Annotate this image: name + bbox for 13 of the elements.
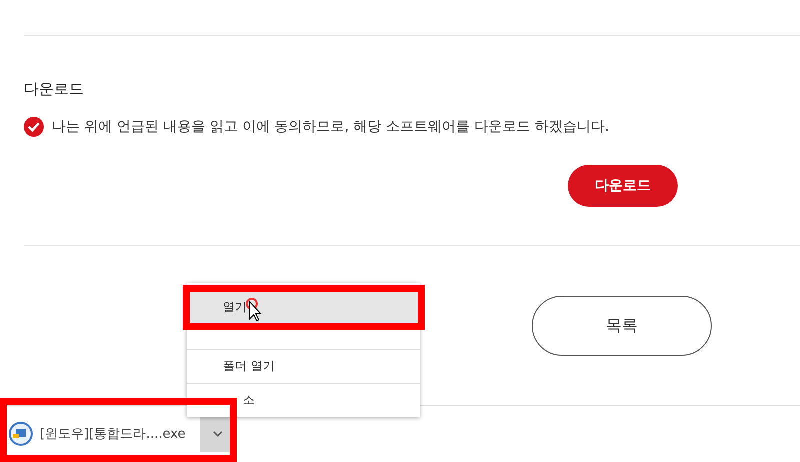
agreement-text: 나는 위에 언급된 내용을 읽고 이에 동의하므로, 해당 소프트웨어를 다운로드 하겠습니다. [52, 118, 610, 136]
checkbox[interactable] [24, 117, 44, 137]
installer-icon [8, 421, 34, 447]
list-button[interactable]: 목록 [532, 296, 712, 356]
file-name[interactable]: [윈도우][통합드라....exe [40, 425, 186, 443]
check-icon [28, 122, 40, 132]
menu-item[interactable]: 열기 [187, 291, 420, 323]
download-button[interactable]: 다운로드 [568, 165, 678, 207]
chevron-icon [212, 431, 223, 437]
menu-item[interactable]: 폴더 열기 [187, 350, 420, 384]
section-title: 다운로드 [24, 80, 85, 99]
menu-item[interactable]: 소 [187, 384, 420, 417]
cursor-icon [244, 298, 262, 324]
